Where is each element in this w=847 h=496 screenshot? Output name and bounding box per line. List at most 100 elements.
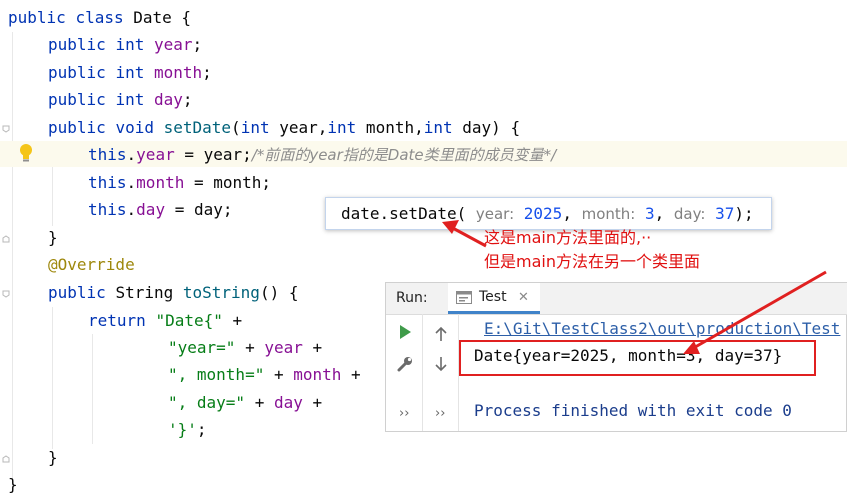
punctuation: } <box>48 228 58 247</box>
code-line-assign-year: this.year = year;/*前面的year指的是Date类里面的成员变… <box>88 144 556 166</box>
run-panel-title: Run: <box>396 290 428 306</box>
keyword: public <box>48 63 106 82</box>
annotation-note-line1: 这是main方法里面的,·· <box>484 228 652 247</box>
code-line-assign-month: this.month = month; <box>88 172 271 194</box>
code-line-field-year: public int year; <box>48 34 202 56</box>
punctuation: () { <box>259 283 299 302</box>
method-name: toString <box>182 283 260 302</box>
fold-marker-icon[interactable] <box>2 235 10 243</box>
hint-call: date.setDate( <box>341 204 467 223</box>
hint-separator: , <box>562 204 582 223</box>
hint-param-value: 3 <box>644 204 655 223</box>
code-line-annotation: @Override <box>48 254 135 276</box>
arrow-down-icon[interactable] <box>432 355 450 373</box>
hint-param-value: 2025 <box>523 204 563 223</box>
field-name: day <box>153 90 183 109</box>
run-panel-header: Run: Test ✕ <box>386 283 847 315</box>
operator: + <box>341 365 361 384</box>
keyword: this <box>88 200 127 219</box>
punctuation: ; <box>192 35 203 54</box>
field-name: month <box>153 63 203 82</box>
method-name: setDate <box>163 118 232 137</box>
string-literal: ", day=" <box>168 393 246 412</box>
string-literal: ", month=" <box>168 365 265 384</box>
punctuation: ; <box>182 90 193 109</box>
punctuation: } <box>48 448 58 467</box>
close-icon[interactable]: ✕ <box>518 283 529 312</box>
wrench-icon[interactable] <box>396 355 414 373</box>
string-literal: "Date{" <box>155 311 223 330</box>
code-line-field-day: public int day; <box>48 89 193 111</box>
hint-param-name: year: <box>475 205 515 223</box>
class-name: Date <box>133 8 172 27</box>
code-line-setdate-signature: public void setDate(int year,int month,i… <box>48 117 520 139</box>
code-line-concat-month: ", month=" + month + <box>168 364 361 386</box>
parameter: day) { <box>452 118 521 137</box>
code-line-concat-day: ", day=" + day + <box>168 392 322 414</box>
string-literal: "year=" <box>168 338 236 357</box>
keyword: public <box>48 35 106 54</box>
keyword: public <box>8 8 66 27</box>
keyword: this <box>88 173 127 192</box>
tab-label: Test <box>479 289 507 305</box>
field-name: month <box>293 365 342 384</box>
string-literal: '}' <box>168 420 197 439</box>
field-name: year <box>264 338 303 357</box>
tab-test[interactable]: Test ✕ <box>448 283 540 314</box>
operator: + <box>245 393 274 412</box>
keyword: public <box>48 118 106 137</box>
annotation-note-line2: 但是main方法在另一个类里面 <box>484 252 700 271</box>
parameter: year, <box>269 118 328 137</box>
console-tab-icon <box>456 291 472 304</box>
hint-param-name: month: <box>581 205 636 223</box>
parameter: month, <box>356 118 424 137</box>
run-toolbar-primary: ›› <box>386 314 423 431</box>
field-name: day <box>136 200 166 219</box>
keyword: int <box>115 90 145 109</box>
code-line-class-declaration: public class Date { <box>8 7 191 29</box>
keyword: public <box>48 90 106 109</box>
punctuation: . <box>126 145 137 164</box>
punctuation: ( <box>231 118 241 137</box>
punctuation: { <box>171 8 192 27</box>
fold-marker-icon[interactable] <box>2 290 10 298</box>
code-text: = day; <box>165 200 233 219</box>
code-line-concat-year: "year=" + year + <box>168 337 322 359</box>
keyword: this <box>88 145 127 164</box>
arrow-up-icon[interactable] <box>432 325 450 343</box>
keyword: void <box>115 118 154 137</box>
field-name: year <box>136 145 175 164</box>
more-actions-icon[interactable]: ›› <box>435 406 445 421</box>
operator: + <box>235 338 265 357</box>
operator: + <box>222 311 243 330</box>
lightbulb-icon[interactable] <box>18 143 34 163</box>
keyword: int <box>327 118 357 137</box>
punctuation: ; <box>202 63 212 82</box>
punctuation: } <box>8 475 18 494</box>
code-text: = year; <box>174 145 252 164</box>
keyword: int <box>423 118 453 137</box>
indent-guide <box>12 32 13 486</box>
field-name: month <box>136 173 185 192</box>
indent-guide <box>52 307 53 449</box>
code-comment: /*前面的year指的是Date类里面的成员变量*/ <box>251 146 557 164</box>
hint-param-name: day: <box>673 205 706 223</box>
more-actions-icon[interactable]: ›› <box>399 406 409 421</box>
code-line-concat-brace: '}'; <box>168 419 207 441</box>
punctuation: ; <box>196 420 207 439</box>
type-name: String <box>115 283 174 302</box>
indent-guide <box>92 334 93 444</box>
code-text: = month; <box>184 173 272 192</box>
operator: + <box>302 338 323 357</box>
keyword: return <box>88 311 146 330</box>
console-command-line[interactable]: E:\Git\TestClass2\out\production\Test <box>484 318 840 340</box>
hint-call-end: ); <box>734 204 754 223</box>
punctuation: . <box>126 173 137 192</box>
fold-marker-icon[interactable] <box>2 455 10 463</box>
run-toolbar-secondary: ›› <box>422 314 459 431</box>
console-exit-line: Process finished with exit code 0 <box>474 401 792 420</box>
operator: + <box>302 393 323 412</box>
fold-marker-icon[interactable] <box>2 125 10 133</box>
operator: + <box>264 365 294 384</box>
run-icon[interactable] <box>396 323 414 341</box>
